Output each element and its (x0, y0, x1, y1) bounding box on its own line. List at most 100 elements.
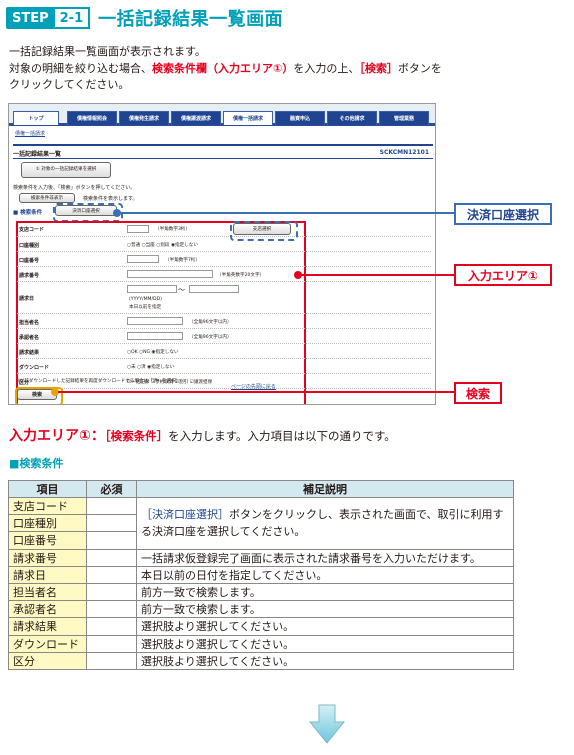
approver-name-input[interactable] (127, 332, 183, 340)
column-header: 項目 (8, 480, 87, 498)
required-cell (86, 651, 137, 670)
date-format-note: (YYYY/MM/DD) (129, 297, 162, 302)
table-row: 請求番号 一括請求仮登録完了画面に表示された請求番号を入力いただけます。 (8, 548, 514, 567)
intro-text-part: を入力の上、 (293, 61, 360, 75)
section-heading-highlight: ［検索条件］ (104, 429, 169, 443)
branch-code-input[interactable] (127, 225, 149, 233)
instruction-message: 検索条件を入力後、「検索」ボタンを押してください。 (13, 185, 136, 191)
intro-line-1: 一括記録結果一覧画面が表示されます。 (9, 45, 206, 58)
note-cell: 本日以前の日付を指定してください。 (136, 565, 514, 584)
intro-line-3: クリックしてください。 (9, 78, 130, 91)
field-note: （半角数字7桁） (165, 258, 201, 263)
result-radios[interactable]: ○OK ○NG ◉指定しない (127, 349, 179, 355)
note-cell: 前方一致で検索します。 (136, 582, 514, 602)
note-cell: 選択肢より選択してください。 (136, 634, 514, 653)
callout-line (58, 391, 454, 393)
section-heading: 入力エリア①：［検索条件］を入力します。入力項目は以下の通りです。 (9, 425, 396, 445)
required-cell (86, 514, 137, 533)
field-note: （半角数字3桁） (155, 227, 191, 232)
date-from-input[interactable] (127, 285, 177, 293)
required-cell (86, 548, 137, 567)
field-label: 承認者名 (19, 335, 40, 341)
field-label: 担当者名 (19, 320, 40, 326)
callout-search: 検索 (454, 382, 502, 404)
field-label: 請求結果 (19, 350, 40, 356)
column-header: 必須 (86, 480, 137, 498)
field-label: ダウンロード (19, 365, 50, 371)
date-to-input[interactable] (189, 285, 239, 293)
toggle-conditions-button[interactable]: 検索条件非表示 (19, 193, 75, 203)
item-cell: 支店コード (8, 496, 87, 516)
intro-highlight-search-button: ［検索］ (359, 61, 398, 75)
tab-bulk[interactable]: 債権一括請求 (223, 111, 273, 125)
required-cell (86, 565, 137, 584)
form-row: 承認者名 （全角96文字以内） (17, 329, 431, 344)
branch-select-button[interactable]: 支店選択 (230, 221, 298, 241)
section-heading-label: 入力エリア①： (9, 428, 105, 444)
column-header: 補足説明 (136, 480, 514, 498)
note-cell: 選択肢より選択してください。 (136, 651, 514, 670)
field-label: 口座番号 (19, 258, 40, 264)
app-screenshot: トップ 債権情報照会 債権発生請求 債権譲渡請求 債権一括請求 融資申込 その他… (8, 103, 436, 405)
tab-other[interactable]: その他請求 (327, 111, 377, 125)
redownload-note: （以前ダウンロードした記録結果を再度ダウンロードする場合は「済」を選択） (15, 379, 181, 384)
note-link-text: ［決済口座選択］ (141, 508, 229, 522)
tab-top[interactable]: トップ (13, 111, 59, 125)
tab-bar: トップ 債権情報照会 債権発生請求 債権譲渡請求 債権一括請求 融資申込 その他… (9, 104, 435, 126)
note-cell: 一括請求仮登録完了画面に表示された請求番号を入力いただけます。 (136, 548, 514, 567)
table-row: 請求結果 選択肢より選択してください。 (8, 617, 514, 636)
item-cell: 請求番号 (8, 548, 87, 567)
item-cell: 口座種別 (8, 514, 87, 533)
select-result-button[interactable]: ① 対象の一括記録結果を選択 (21, 162, 111, 178)
item-cell: ダウンロード (8, 634, 87, 653)
divider (13, 144, 433, 146)
request-number-input[interactable] (127, 270, 213, 278)
screen-heading: 一括記録結果一覧 (13, 151, 62, 158)
subheading: ■検索条件 (9, 457, 64, 470)
item-cell: 承認者名 (8, 600, 87, 619)
form-row: 請求結果 ○OK ○NG ◉指定しない (17, 344, 431, 359)
form-row: 担当者名 （全角96文字以内） (17, 314, 431, 329)
date-range-separator: ～ (178, 286, 185, 294)
required-cell (86, 582, 137, 602)
form-row: ダウンロード ○未 ○済 ◉指定しない (17, 359, 431, 374)
table-row: 担当者名 前方一致で検索します。 (8, 582, 514, 602)
form-row: 口座種別 ○普通 ○当座 ○別段 ◉指定しない (17, 237, 431, 252)
tab-inquiry[interactable]: 債権情報照会 (67, 111, 117, 125)
tab-admin[interactable]: 管理業務 (379, 111, 429, 125)
note-cell: ［決済口座選択］ボタンをクリックし、表示された画面で、取引に利用する決済口座を選… (136, 497, 514, 550)
item-cell: 担当者名 (8, 582, 87, 602)
required-cell (86, 617, 137, 636)
callout-account-select: 決済口座選択 (454, 203, 552, 225)
table-row: ダウンロード 選択肢より選択してください。 (8, 634, 514, 653)
tab-transfer[interactable]: 債権譲渡請求 (171, 111, 221, 125)
item-cell: 請求結果 (8, 617, 87, 636)
step-number: 2-1 (52, 7, 91, 29)
table-row: 請求日 本日以前の日付を指定してください。 (8, 565, 514, 584)
account-number-input[interactable] (127, 255, 159, 263)
divider (13, 158, 433, 159)
intro-text-part: 対象の明細を絞り込む場合、 (9, 61, 152, 75)
tab-issue[interactable]: 債権発生請求 (119, 111, 169, 125)
step-label: STEP (6, 7, 55, 29)
screen-id: SCKCMN12101 (379, 149, 429, 156)
callout-line (120, 212, 454, 214)
field-label: 請求番号 (19, 273, 40, 279)
required-cell (86, 496, 137, 516)
download-radios[interactable]: ○未 ○済 ◉指定しない (127, 364, 174, 370)
table-header-row: 項目 必須 補足説明 (8, 480, 514, 498)
item-cell: 区分 (8, 651, 87, 670)
tab-loan[interactable]: 融資申込 (275, 111, 325, 125)
account-select-button[interactable]: 決済口座選択 (53, 203, 123, 222)
table-row: 区分 選択肢より選択してください。 (8, 651, 514, 670)
step-header: STEP 2-1 一括記録結果一覧画面 (6, 6, 283, 30)
account-type-radios[interactable]: ○普通 ○当座 ○別段 ◉指定しない (127, 242, 198, 248)
toggle-conditions-message: 検索条件を表示します。 (83, 196, 138, 202)
breadcrumb[interactable]: 債権一括請求 (15, 130, 45, 137)
table-row: 支店コード ［決済口座選択］ボタンをクリックし、表示された画面で、取引に利用する… (8, 496, 514, 550)
form-row: 支店コード （半角数字3桁） 支店選択 (17, 221, 431, 241)
required-cell (86, 531, 137, 550)
back-to-top-link[interactable]: ページの先頭に戻る (231, 383, 276, 390)
intro-line-2: 対象の明細を絞り込む場合、検索条件欄（入力エリア①）を入力の上、［検索］ボタンを (9, 61, 529, 78)
staff-name-input[interactable] (127, 317, 183, 325)
